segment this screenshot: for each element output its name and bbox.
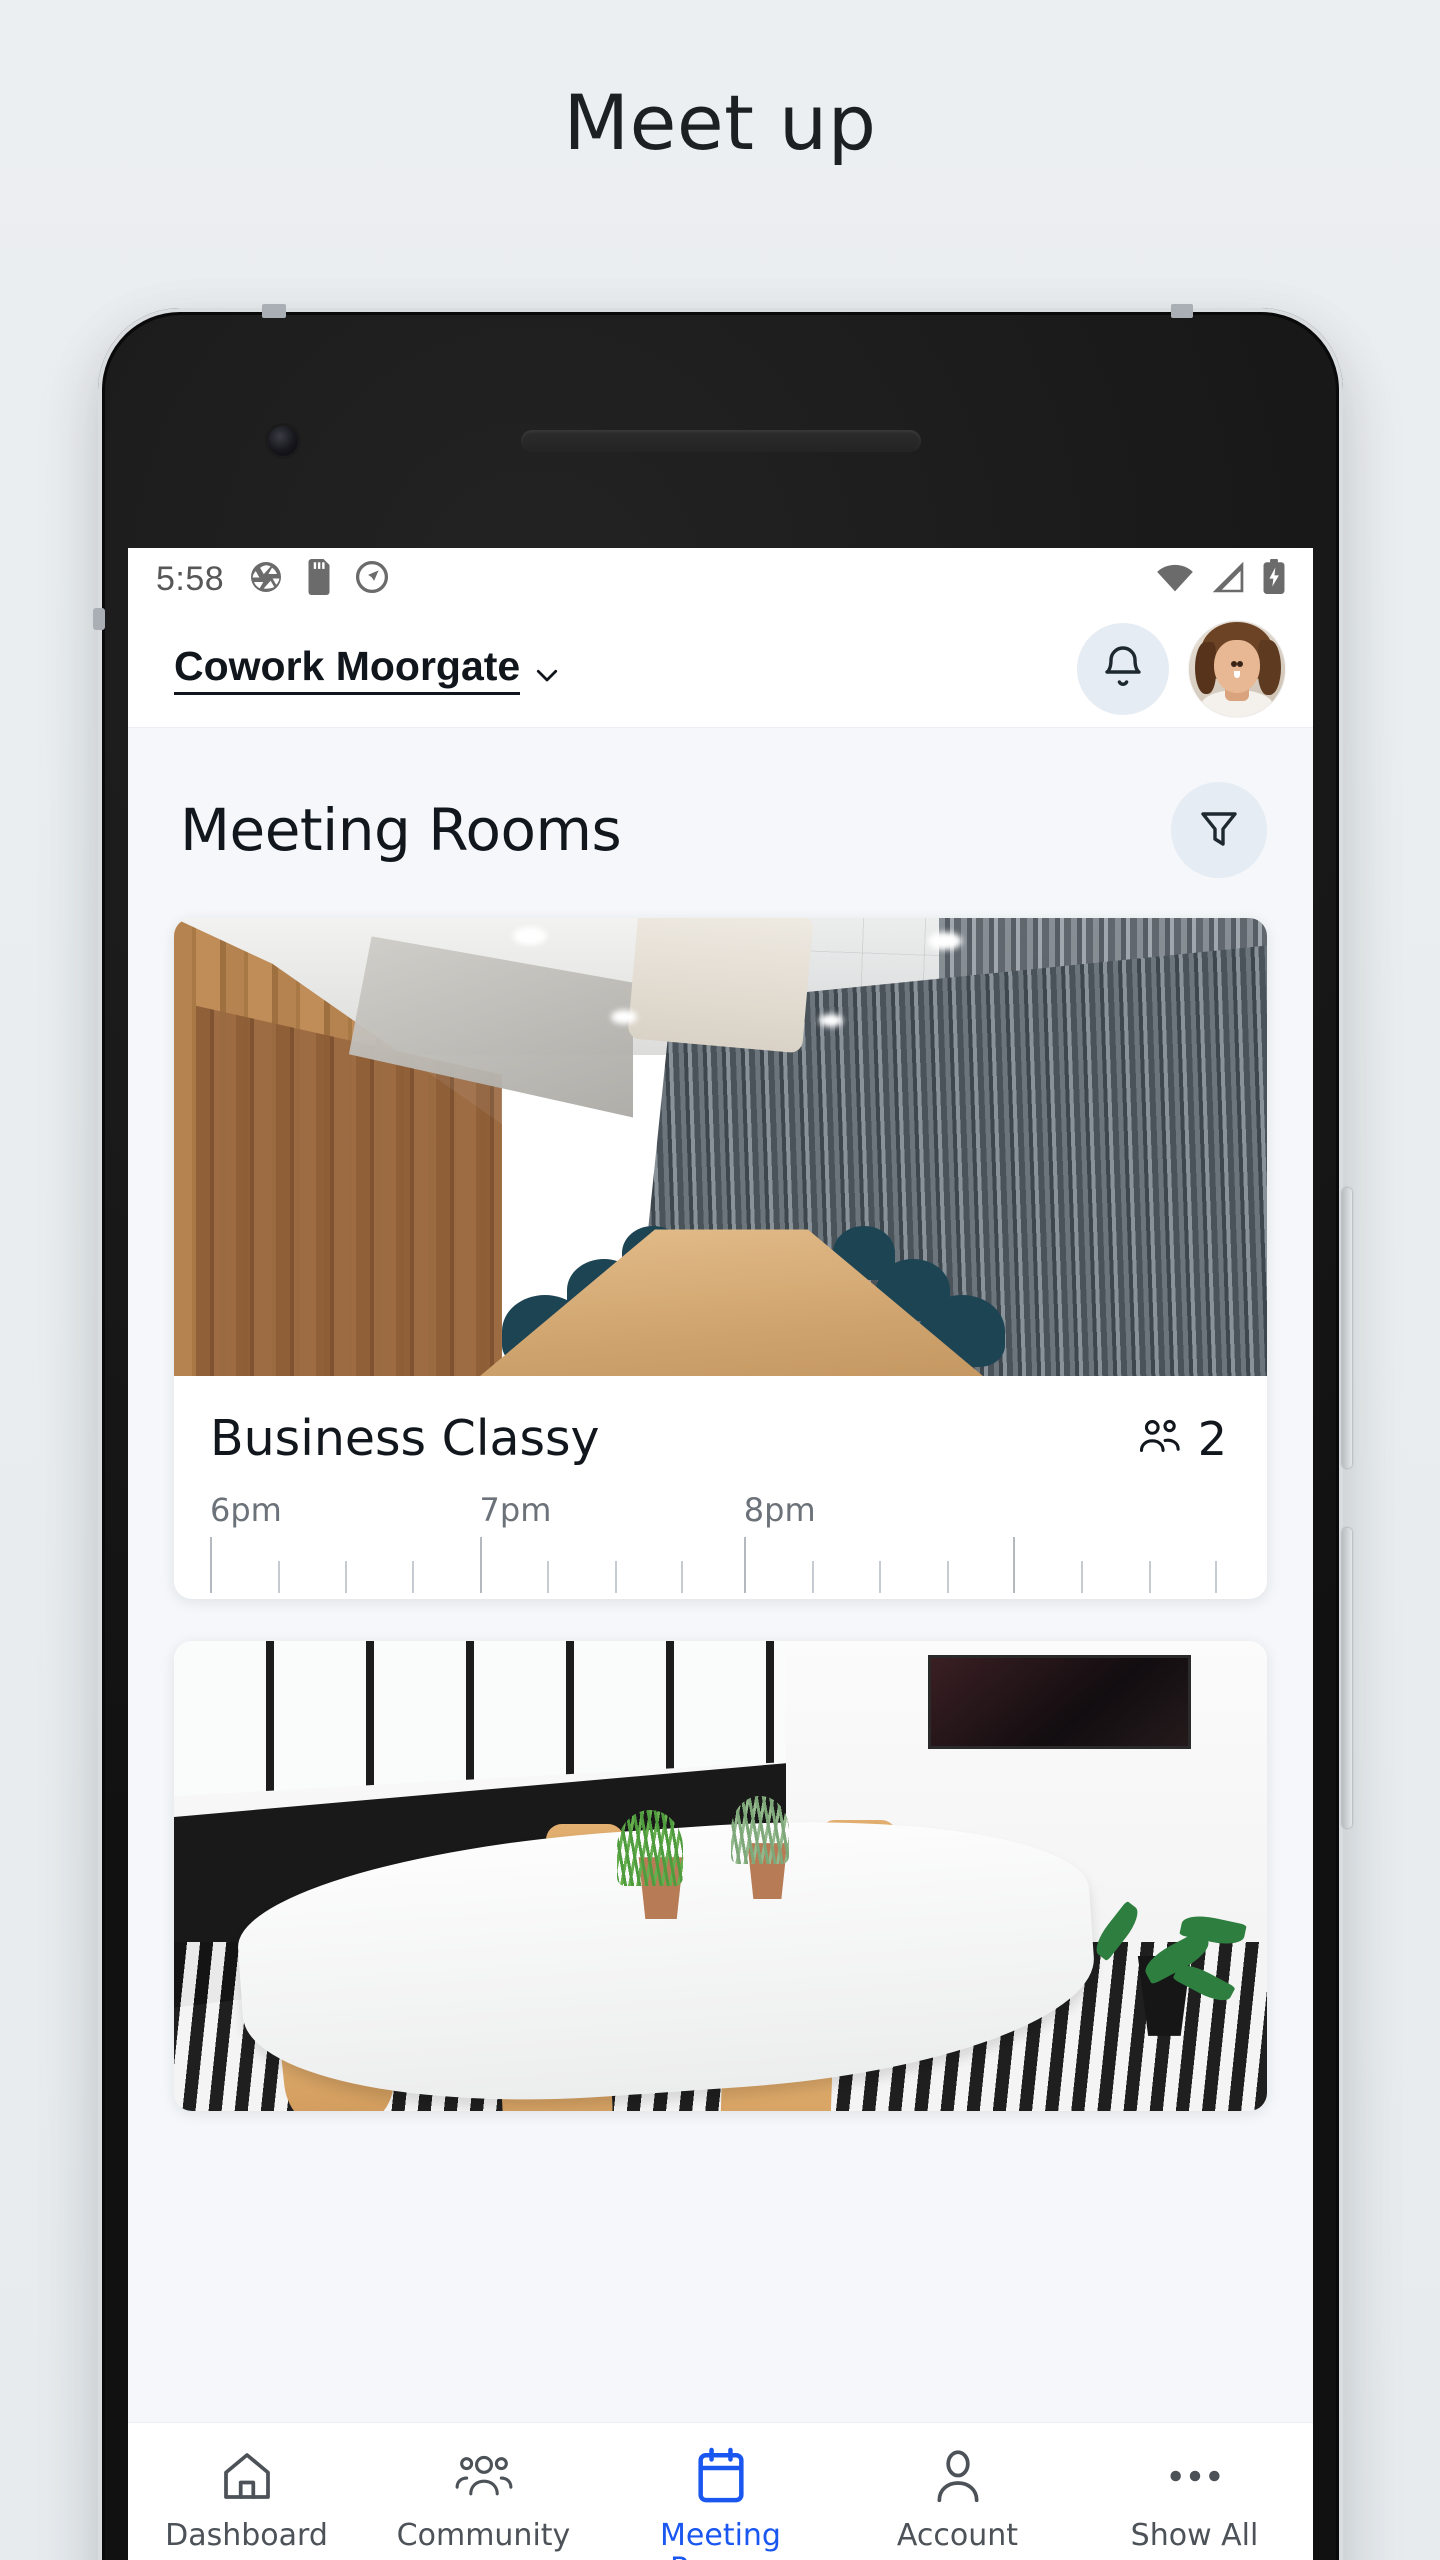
- timeline-tick-major: [1013, 1537, 1016, 1593]
- timeline-label: 6pm: [210, 1491, 282, 1529]
- timeline-tick-minor: [812, 1561, 815, 1593]
- earpiece-speaker: [520, 430, 921, 452]
- timeline-tick-minor: [879, 1561, 882, 1593]
- volume-button[interactable]: [1342, 1188, 1352, 1468]
- nav-item-show-all[interactable]: Show All: [1076, 2447, 1313, 2553]
- sd-card-icon: [304, 558, 334, 600]
- phone-left-antenna-band: [93, 608, 105, 630]
- room-card-list: Business Classy 2 6pm 7pm 8pm: [128, 918, 1313, 2111]
- timeline-tick-minor: [1148, 1561, 1151, 1593]
- bottom-navigation: Dashboard Community Meeting Account Show…: [128, 2422, 1313, 2560]
- photo-downlight-4: [818, 1014, 843, 1028]
- location-off-icon: [354, 559, 390, 600]
- people-icon: [1136, 1416, 1184, 1461]
- venue-selector[interactable]: Cowork Moorgate: [174, 643, 558, 695]
- home-icon: [219, 2447, 275, 2505]
- avatar-eye-right: [1236, 661, 1243, 668]
- phone-screen: 5:58 Cowork Moorgate Meeting Rooms Busin…: [128, 548, 1313, 2560]
- phone-mockup: 5:58 Cowork Moorgate Meeting Rooms Busin…: [93, 304, 1352, 2560]
- room-photo-white-meeting-room: [174, 1641, 1267, 2111]
- status-bar-clock: 5:58: [156, 559, 225, 598]
- timeline-labels: 6pm 7pm 8pm: [210, 1491, 1267, 1537]
- poster-title: Meet up: [563, 78, 877, 167]
- timeline-tick-minor: [277, 1561, 280, 1593]
- timeline-tick-major: [210, 1537, 212, 1593]
- notifications-button[interactable]: [1077, 622, 1169, 715]
- photo-ceiling-duct: [627, 918, 814, 1054]
- photo-plant-1: [616, 1810, 683, 1887]
- page-title: Meeting Rooms: [180, 796, 622, 864]
- nav-label: Dashboard: [165, 2518, 328, 2553]
- avatar-hair-left: [1194, 641, 1216, 695]
- timeline-tick-minor: [681, 1561, 684, 1593]
- photo-plant-2: [731, 1796, 790, 1865]
- timeline-ticks: [210, 1537, 1267, 1593]
- camera-shutter-icon: [248, 559, 284, 600]
- avatar[interactable]: [1189, 620, 1285, 717]
- timeline-tick-minor: [345, 1561, 348, 1593]
- timeline-tick-minor: [1080, 1561, 1083, 1593]
- room-photo-dark-boardroom: [174, 918, 1267, 1376]
- nav-item-community[interactable]: Community: [365, 2447, 602, 2553]
- nav-label: Account: [896, 2518, 1019, 2553]
- timeline-tick-major: [479, 1537, 482, 1593]
- room-availability-timeline[interactable]: 6pm 7pm 8pm: [174, 1491, 1267, 1599]
- status-bar-left-icons: [248, 558, 390, 600]
- poster-canvas: Meet up 5:58 Cowork Moorgate Meeting Roo…: [0, 0, 1440, 2560]
- chevron-down-icon: [532, 660, 558, 686]
- person-icon: [931, 2447, 985, 2505]
- timeline-tick-minor: [946, 1561, 949, 1593]
- timeline-tick-major: [743, 1537, 746, 1593]
- nav-label: Community: [396, 2518, 571, 2553]
- timeline-tick-minor: [1215, 1561, 1218, 1593]
- status-bar: 5:58: [128, 548, 1313, 610]
- room-card[interactable]: Business Classy 2 6pm 7pm 8pm: [174, 918, 1267, 1599]
- page-header-row: Meeting Rooms: [128, 728, 1313, 918]
- nav-item-account[interactable]: Account: [839, 2447, 1076, 2553]
- timeline-tick-minor: [411, 1561, 414, 1593]
- phone-top-notch-right: [1171, 304, 1193, 318]
- venue-name: Cowork Moorgate: [174, 643, 521, 695]
- calendar-icon: [695, 2447, 747, 2505]
- status-bar-right-icons: [1155, 558, 1287, 600]
- photo-downlight-2: [928, 931, 963, 950]
- nav-item-meeting-rooms[interactable]: Meeting Rooms: [602, 2447, 839, 2560]
- battery-charging-icon: [1261, 558, 1287, 600]
- room-name: Business Classy: [210, 1410, 600, 1467]
- nav-item-dashboard[interactable]: Dashboard: [128, 2447, 365, 2553]
- cellular-signal-icon: [1209, 560, 1247, 599]
- nav-label: Show All: [1130, 2518, 1259, 2553]
- photo-wall-tv: [928, 1655, 1191, 1750]
- wifi-icon: [1155, 560, 1195, 599]
- power-button[interactable]: [1342, 1528, 1352, 1828]
- photo-downlight-3: [611, 1009, 638, 1024]
- ellipsis-icon: [1166, 2447, 1224, 2505]
- bell-icon: [1099, 642, 1147, 695]
- people-icon: [453, 2447, 515, 2505]
- room-capacity-value: 2: [1197, 1411, 1227, 1466]
- timeline-tick-minor: [614, 1561, 617, 1593]
- filter-icon: [1195, 804, 1243, 857]
- photo-downlight-1: [512, 927, 547, 946]
- timeline-tick-minor: [547, 1561, 550, 1593]
- filter-button[interactable]: [1171, 782, 1267, 878]
- phone-top-notch-left: [262, 304, 286, 318]
- front-camera: [268, 426, 298, 456]
- timeline-label: 8pm: [743, 1491, 816, 1529]
- avatar-smile: [1234, 670, 1241, 678]
- room-capacity: 2: [1136, 1412, 1227, 1466]
- app-header: Cowork Moorgate: [128, 610, 1313, 728]
- page-body: Meeting Rooms Business Classy 2 6pm 7pm …: [128, 728, 1313, 2422]
- room-card[interactable]: [174, 1641, 1267, 2111]
- nav-label: Meeting Rooms: [660, 2518, 781, 2560]
- room-card-info: Business Classy 2: [174, 1376, 1267, 1491]
- timeline-label: 7pm: [479, 1491, 552, 1529]
